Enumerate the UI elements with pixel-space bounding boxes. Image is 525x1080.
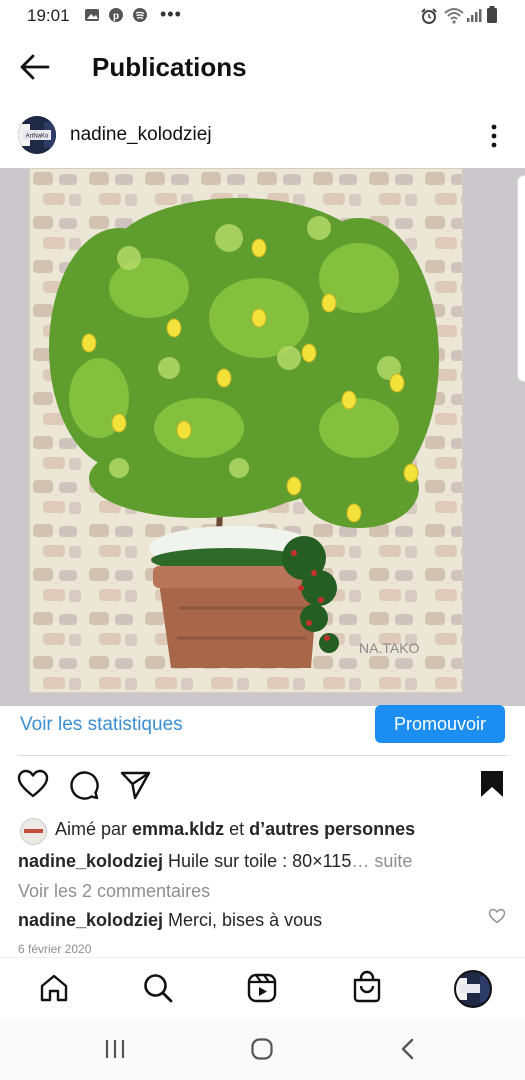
spotify-icon xyxy=(133,8,147,22)
comment-like-icon[interactable] xyxy=(488,908,506,924)
battery-icon xyxy=(487,6,497,23)
more-notifications-icon: ••• xyxy=(160,4,182,24)
liker-avatar[interactable] xyxy=(20,818,47,845)
status-time: 19:01 xyxy=(27,6,70,25)
post-image[interactable]: NA.TAKO xyxy=(0,168,525,706)
alarm-icon xyxy=(421,8,437,24)
like-heart-icon[interactable] xyxy=(17,769,49,799)
painting-signature: NA.TAKO xyxy=(359,640,420,656)
system-navigation-bar xyxy=(0,1020,525,1080)
save-bookmark-icon[interactable] xyxy=(480,770,504,798)
divider xyxy=(18,755,507,756)
likes-text[interactable]: Aimé par emma.kldz et d’autres personnes xyxy=(55,819,415,840)
page-title: Publications xyxy=(92,52,247,82)
status-bar: 19:01 p ••• xyxy=(0,0,525,34)
lemon-tree-painting: NA.TAKO xyxy=(29,168,463,693)
home-button-icon[interactable] xyxy=(250,1037,274,1061)
gallery-icon xyxy=(85,9,99,21)
more-options-icon[interactable] xyxy=(484,122,504,150)
avatar[interactable]: ArtNaKo xyxy=(18,116,56,154)
comment-icon[interactable] xyxy=(69,770,99,800)
avatar-logo-text: ArtNaKo xyxy=(26,134,49,140)
view-stats-link[interactable]: Voir les statistiques xyxy=(20,714,183,736)
share-icon[interactable] xyxy=(120,770,152,800)
signal-icon xyxy=(467,9,482,22)
shop-icon[interactable] xyxy=(351,970,383,1004)
comment-row: nadine_kolodziej Merci, bises à vous xyxy=(18,910,323,930)
scrollbar[interactable] xyxy=(517,175,525,382)
view-comments-link[interactable]: Voir les 2 commentaires xyxy=(18,881,210,902)
promote-button[interactable]: Promouvoir xyxy=(375,705,505,743)
pinterest-icon: p xyxy=(109,8,123,22)
reels-icon[interactable] xyxy=(246,972,278,1004)
home-icon[interactable] xyxy=(38,972,70,1004)
back-arrow-icon[interactable] xyxy=(18,50,52,84)
post-date: 6 février 2020 xyxy=(18,942,92,956)
search-icon[interactable] xyxy=(142,972,174,1004)
caption-more: … suite xyxy=(351,851,413,871)
back-button-icon[interactable] xyxy=(398,1037,418,1061)
wifi-icon xyxy=(444,8,464,24)
post-caption[interactable]: nadine_kolodziej Huile sur toile : 80×11… xyxy=(18,851,412,872)
recent-apps-icon[interactable] xyxy=(104,1038,126,1060)
post-username[interactable]: nadine_kolodziej xyxy=(70,124,212,146)
bottom-tab-bar xyxy=(0,957,525,1021)
profile-tab-avatar[interactable] xyxy=(454,970,492,1008)
svg-text:p: p xyxy=(113,11,119,22)
